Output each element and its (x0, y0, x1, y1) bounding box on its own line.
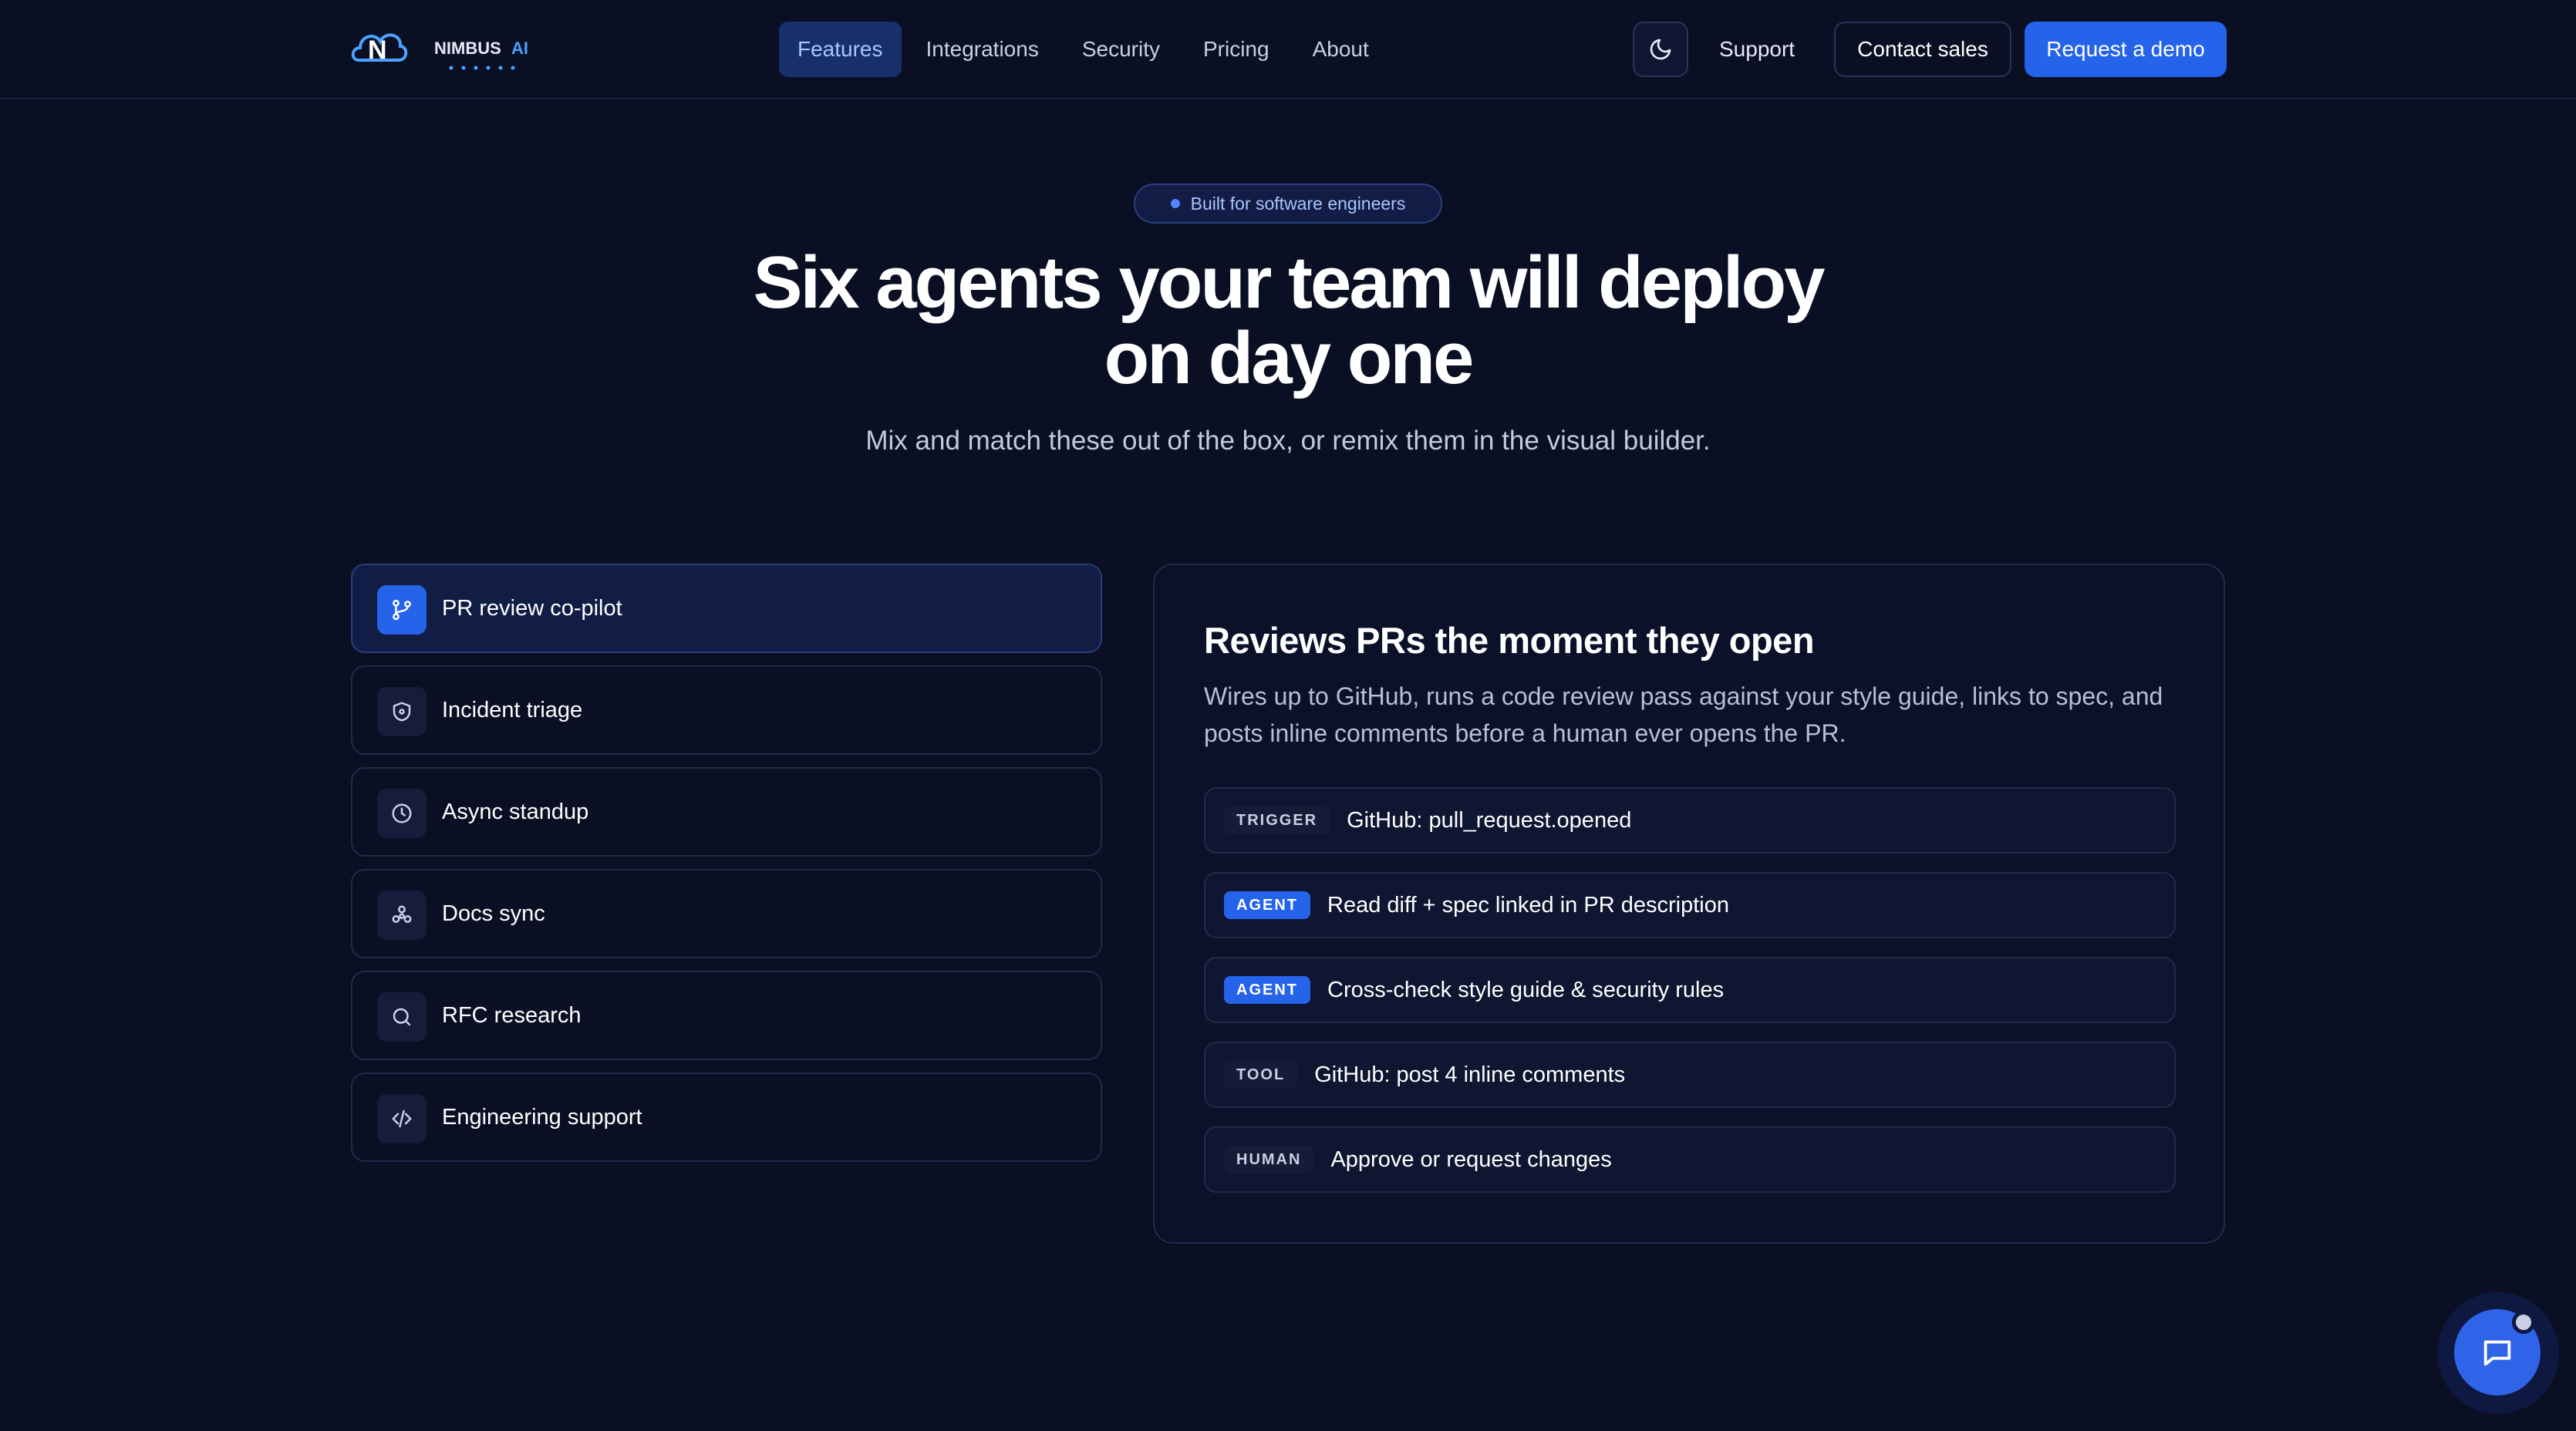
nav-features[interactable]: Features (779, 22, 902, 77)
page-title-line1: Six agents your team will deploy (753, 241, 1825, 324)
nav-integrations[interactable]: Integrations (908, 22, 1057, 77)
top-navigation: N NIMBUS AI Features Integrations Securi… (0, 0, 2576, 99)
git-branch-icon (377, 585, 427, 635)
agent-label: Async standup (442, 800, 589, 824)
agent-detail-panel: Reviews PRs the moment they open Wires u… (1153, 564, 2225, 1244)
code-icon (377, 1094, 427, 1143)
moon-icon (1650, 39, 1671, 60)
step-tag-tool: TOOL (1224, 1061, 1298, 1089)
agent-list: PR review co-pilot Incident triage Async… (351, 564, 1102, 1174)
agent-item-docs-sync[interactable]: Docs sync (351, 869, 1102, 958)
primary-nav: Features Integrations Security Pricing A… (779, 22, 1394, 77)
chat-status-dot (2512, 1311, 2535, 1334)
step-text: GitHub: post 4 inline comments (1314, 1062, 1626, 1087)
workflow-step: TOOL GitHub: post 4 inline comments (1204, 1042, 2176, 1108)
page-subtitle: Mix and match these out of the box, or r… (865, 426, 1711, 456)
nav-pricing[interactable]: Pricing (1185, 22, 1288, 77)
step-text: GitHub: pull_request.opened (1347, 807, 1632, 833)
step-tag-human: HUMAN (1224, 1146, 1314, 1173)
page-title-line2: on day one (1104, 317, 1475, 399)
panel-title: Reviews PRs the moment they open (1204, 620, 1815, 661)
workflow-step: AGENT Read diff + spec linked in PR desc… (1204, 872, 2176, 938)
nav-about[interactable]: About (1294, 22, 1387, 77)
svg-text:N: N (368, 35, 387, 65)
workflow-step: HUMAN Approve or request changes (1204, 1126, 2176, 1193)
shield-icon (377, 687, 427, 736)
chat-bubble-icon (2483, 1340, 2511, 1366)
badge-dot (1170, 199, 1180, 208)
panel-description: Wires up to GitHub, runs a code review p… (1204, 682, 2163, 747)
contact-sales-button[interactable]: Contact sales (1834, 22, 2011, 77)
cluster-icon (377, 891, 427, 940)
agent-item-pr-review[interactable]: PR review co-pilot (351, 564, 1102, 653)
search-icon (377, 992, 427, 1042)
request-demo-button[interactable]: Request a demo (2025, 22, 2227, 77)
agent-label: Engineering support (442, 1105, 642, 1130)
nimbus-ai-logo[interactable]: N NIMBUS AI (351, 20, 551, 76)
page-title: Six agents your team will deploy on day … (671, 245, 1905, 396)
step-tag-agent: AGENT (1224, 891, 1310, 919)
svg-text:AI: AI (511, 39, 528, 58)
step-text: Cross-check style guide & security rules (1327, 977, 1725, 1002)
badge-label: Built for software engineers (1190, 193, 1406, 214)
agent-item-async-standup[interactable]: Async standup (351, 767, 1102, 857)
agent-label: RFC research (442, 1003, 582, 1028)
workflow-steps: TRIGGER GitHub: pull_request.opened AGEN… (1204, 787, 2176, 1211)
agent-item-incident-triage[interactable]: Incident triage (351, 665, 1102, 755)
nav-security[interactable]: Security (1064, 22, 1178, 77)
step-text: Approve or request changes (1330, 1146, 1612, 1172)
agent-item-rfc-research[interactable]: RFC research (351, 971, 1102, 1060)
support-link[interactable]: Support (1702, 22, 1812, 77)
step-tag-trigger: TRIGGER (1224, 806, 1330, 834)
svg-text:NIMBUS: NIMBUS (434, 39, 501, 58)
clock-icon (377, 789, 427, 838)
agent-label: PR review co-pilot (442, 596, 622, 621)
step-tag-agent: AGENT (1224, 976, 1310, 1004)
workflow-step: AGENT Cross-check style guide & security… (1204, 957, 2176, 1023)
theme-toggle-button[interactable] (1633, 22, 1688, 77)
audience-badge: Built for software engineers (1134, 184, 1442, 224)
agent-label: Incident triage (442, 698, 583, 722)
agent-item-engineering-support[interactable]: Engineering support (351, 1072, 1102, 1162)
agent-label: Docs sync (442, 901, 545, 926)
workflow-step: TRIGGER GitHub: pull_request.opened (1204, 787, 2176, 854)
step-text: Read diff + spec linked in PR descriptio… (1327, 892, 1729, 918)
